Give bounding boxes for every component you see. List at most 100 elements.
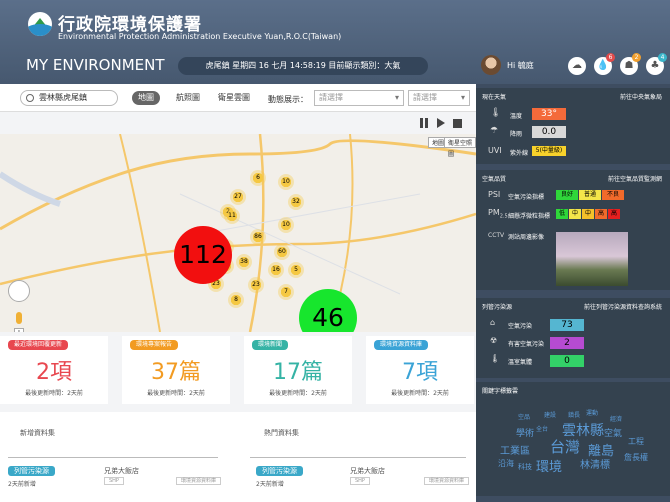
play-icon[interactable] [437, 118, 445, 128]
dataset-section: 新增資料集 熱門資料集 列管污染源 兄弟大飯店 2天前新增 SHP 環境資源資料… [0, 412, 476, 502]
dataset-category-tag[interactable]: 列管污染源 [256, 466, 303, 476]
keyword[interactable]: 全台 [536, 424, 548, 433]
cluster-marker[interactable]: 16 [268, 262, 284, 278]
app-header: 行政院環境保護署 Environmental Protection Admini… [0, 0, 670, 84]
cluster-marker[interactable]: 5 [288, 262, 304, 278]
dataset-source-tag: 環境資源資料庫 [424, 477, 470, 485]
card-replies[interactable]: 最近環境回覆更新 2項 最後更新時間：2天前 [0, 336, 108, 404]
main-content: 雲林縣虎尾鎮 地圖 航照圖 衛星雲圖 動態展示： 請選擇 ▾ 請選擇 ▾ 地圖 衛星… [0, 84, 476, 502]
card-label: 環境專案報告 [130, 340, 179, 350]
pm-prefix: PM2.5 [488, 208, 508, 220]
keyword[interactable]: 台灣 [550, 436, 580, 457]
greenhouse-icon: 🌡 [490, 354, 501, 363]
keyword-title: 關鍵字標籤雲 [482, 388, 519, 395]
divider [250, 457, 466, 458]
card-update: 最後更新時間：2天前 [391, 390, 449, 397]
map-type-satellite-button[interactable]: 衛星空照圖 [444, 137, 476, 158]
keyword[interactable]: 建設 [544, 410, 556, 419]
keyword[interactable]: 詹長權 [624, 452, 648, 463]
factory-icon: ⌂ [490, 318, 496, 327]
dynamic-select-1[interactable]: 請選擇 ▾ [314, 90, 404, 106]
tab-map[interactable]: 地圖 [132, 91, 160, 105]
location-search-input[interactable]: 雲林縣虎尾鎮 [20, 90, 118, 106]
page-title: MY ENVIRONMENT [26, 56, 165, 74]
pause-icon[interactable] [420, 118, 428, 128]
cluster-marker[interactable]: 10 [278, 174, 294, 190]
pm-level: 高 [608, 209, 620, 219]
avatar[interactable] [481, 55, 501, 75]
dataset-name[interactable]: 兄弟大飯店 [104, 466, 139, 476]
notification-badge: 4 [658, 53, 667, 62]
card-value: 2項 [36, 360, 72, 385]
tab-aerial[interactable]: 航照圖 [170, 91, 206, 105]
pollution-link[interactable]: 前往列管污染源資料查詢系統 [584, 302, 662, 311]
stop-icon[interactable] [453, 119, 462, 128]
keyword[interactable]: 工程 [628, 436, 644, 447]
cloud-icon[interactable]: ☁ [568, 57, 586, 75]
psi-prefix: PSI [488, 190, 501, 199]
card-value: 37篇 [151, 360, 201, 385]
new-datasets-title: 新增資料集 [20, 429, 55, 437]
epa-logo-icon [28, 12, 52, 36]
cluster-marker[interactable]: 10 [278, 217, 294, 233]
pollution-value: 0 [550, 355, 584, 367]
pollution-label: 有害空氣污染 [508, 341, 545, 348]
cluster-marker[interactable]: 6 [250, 170, 266, 186]
keyword[interactable]: 沿海 [498, 458, 514, 469]
org-name-en: Environmental Protection Administration … [58, 32, 342, 41]
dataset-category-tag[interactable]: 列管污染源 [8, 466, 55, 476]
keyword[interactable]: 空品 [518, 412, 530, 421]
weather-title: 現在天氣 [482, 94, 507, 101]
dataset-name[interactable]: 兄弟大飯店 [350, 466, 385, 476]
pollution-label: 空氣污染 [508, 323, 533, 330]
cluster-marker[interactable]: 27 [230, 189, 246, 205]
air-monitor-link[interactable]: 前往空氣品質監測網 [608, 174, 662, 183]
card-reports[interactable]: 環境專案報告 37篇 最後更新時間：2天前 [122, 336, 230, 404]
keyword[interactable]: 鎮長 [568, 410, 580, 419]
user-greeting[interactable]: Hi 毓庭 [507, 60, 534, 71]
keyword[interactable]: 林清標 [580, 456, 610, 471]
card-database[interactable]: 環境資源資料庫 7項 最後更新時間：2天前 [366, 336, 474, 404]
keyword[interactable]: 空氣 [604, 426, 622, 439]
pm-level: 中 [569, 209, 581, 219]
keyword[interactable]: 運動 [586, 408, 598, 417]
cluster-marker[interactable]: 38 [236, 254, 252, 270]
temp-label: 溫度 [510, 113, 523, 120]
cluster-marker[interactable]: 86 [250, 229, 266, 245]
pollution-panel: 列管污染源 前往列管污染源資料查詢系統 ⌂ 空氣污染 73 ☢ 有害空氣污染 2… [476, 298, 670, 378]
dynamic-label: 動態展示： [268, 95, 308, 104]
keyword[interactable]: 學術 [516, 426, 534, 439]
search-icon [26, 94, 34, 102]
cluster-large-red[interactable]: 112 [174, 226, 232, 284]
pm-level: 低 [556, 209, 568, 219]
popular-datasets-title: 熱門資料集 [264, 429, 299, 437]
cluster-marker[interactable]: 23 [248, 277, 264, 293]
air-title: 空氣品質 [482, 176, 507, 183]
pollution-label: 溫室氣體 [508, 359, 533, 366]
keyword[interactable]: 科技 [518, 462, 532, 472]
cwb-link[interactable]: 前往中央氣象局 [620, 92, 662, 101]
keyword[interactable]: 環境 [536, 456, 562, 475]
psi-label: 空氣污染指標 [508, 194, 545, 201]
cluster-marker[interactable]: 8 [228, 292, 244, 308]
street-view-pegman-icon[interactable] [16, 312, 22, 324]
pollution-value: 73 [550, 319, 584, 331]
cluster-marker[interactable]: 32 [288, 194, 304, 210]
keyword[interactable]: 工業區 [500, 442, 530, 457]
pollution-value: 2 [550, 337, 584, 349]
keyword[interactable]: 經濟 [610, 414, 622, 423]
card-news[interactable]: 環境新聞 17篇 最後更新時間：2天前 [244, 336, 352, 404]
pm-level: 高 [595, 209, 607, 219]
card-update: 最後更新時間：2天前 [269, 390, 327, 397]
cluster-marker[interactable]: 7 [278, 284, 294, 300]
cluster-marker[interactable]: 11 [224, 208, 240, 224]
tab-satellite[interactable]: 衛星雲圖 [212, 91, 256, 105]
map-pan-control[interactable] [8, 280, 30, 302]
dynamic-select-2[interactable]: 請選擇 ▾ [408, 90, 470, 106]
cctv-image[interactable] [556, 232, 628, 286]
uvi-value: 5(中量級) [532, 146, 566, 156]
cluster-marker[interactable]: 60 [274, 244, 290, 260]
thermometer-icon: 🌡 [490, 108, 502, 118]
dataset-added: 2天前新增 [256, 481, 284, 488]
map-canvas[interactable]: 地圖 衛星空照圖 + − 610272321110861266037381654… [0, 134, 476, 332]
